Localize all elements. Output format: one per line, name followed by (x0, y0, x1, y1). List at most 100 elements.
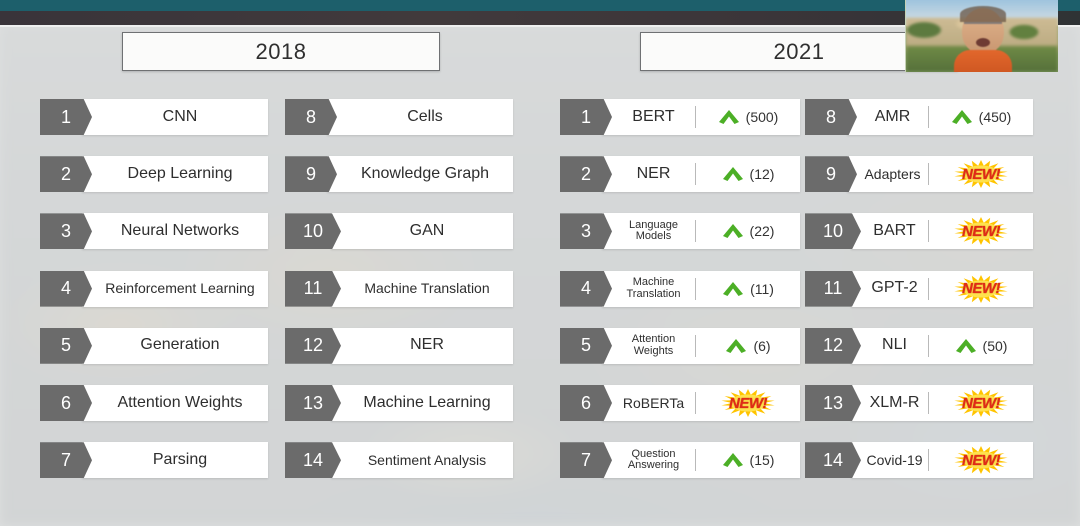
rank-number: 14 (302, 449, 324, 470)
topic-bar: Parsing (82, 442, 268, 479)
rank-badge: 14 (285, 442, 341, 479)
new-badge-label: NEW! (962, 165, 1001, 183)
rank-number: 10 (302, 220, 324, 241)
rank-badge: 8 (285, 99, 337, 135)
ranking-row: 14 Covid-19 NEW! (805, 442, 1033, 479)
trend-count: (50) (982, 337, 1008, 354)
topic-label: Machine Translation (364, 280, 490, 297)
year-header-2018: 2018 (122, 32, 440, 71)
topic-label: NER (410, 336, 444, 354)
rank-badge: 13 (285, 385, 341, 421)
ranking-row: 10 GAN (285, 213, 513, 250)
ranking-row: 6 RoBERTa NEW! (560, 385, 800, 421)
rank-number: 13 (822, 392, 844, 413)
trend-count: (15) (749, 452, 775, 469)
topic-label: Neural Networks (120, 221, 240, 239)
topic-label: Reinforcement Learning (105, 280, 255, 297)
trend-cell: NEW! (928, 217, 1033, 246)
rank-badge: 7 (560, 442, 612, 479)
rank-number: 13 (302, 392, 324, 413)
rank-badge: 12 (285, 327, 341, 364)
rank-number: 5 (60, 335, 71, 356)
rank-badge: 4 (560, 270, 612, 307)
topic-bar: Reinforcement Learning (82, 270, 268, 307)
ranking-row: 13 Machine Learning (285, 385, 513, 421)
new-starburst-icon: NEW! (953, 388, 1009, 418)
arrow-up-icon (951, 109, 973, 125)
topic-bar: Machine Translation (11) (602, 270, 800, 307)
topic-bar: CNN (82, 99, 268, 135)
trend-cell: (6) (695, 334, 800, 357)
topic-label: AMR (874, 107, 911, 125)
topic-label: Deep Learning (127, 164, 233, 182)
rank-number: 11 (303, 278, 323, 299)
arrow-up-icon (722, 223, 744, 239)
ranking-row: 3 Language Models (22) (560, 213, 800, 250)
rank-number: 12 (302, 335, 324, 356)
ranking-row: 7 Parsing (40, 442, 268, 479)
ranking-row: 5 Attention Weights (6) (560, 327, 800, 364)
topic-label: Generation (140, 336, 220, 354)
trend-cell: NEW! (928, 389, 1033, 417)
rank-number: 10 (822, 220, 844, 241)
arrow-up-icon (722, 166, 744, 182)
ranking-row: 6 Attention Weights (40, 385, 268, 421)
rank-badge: 2 (40, 156, 92, 193)
rank-number: 2 (60, 163, 71, 184)
ranking-row: 9 Knowledge Graph (285, 156, 513, 193)
rank-badge: 8 (805, 99, 857, 135)
arrow-up-icon (718, 109, 740, 125)
topic-label: Question Answering (612, 448, 695, 472)
topic-label: Parsing (152, 450, 208, 468)
new-badge-label: NEW! (962, 394, 1001, 412)
trend-cell: (11) (695, 277, 800, 300)
ranking-row: 8 AMR (450) (805, 99, 1033, 135)
rank-badge: 9 (285, 156, 337, 193)
arrow-up-icon (725, 338, 747, 354)
slide-stage: 2018 2021 1 CNN 2 Deep Learning 3 Neural Netw… (0, 0, 1080, 526)
topic-label: Adapters (864, 165, 921, 182)
topic-label: Machine Translation (612, 276, 695, 300)
rank-badge: 6 (560, 385, 612, 421)
trend-cell: NEW! (928, 160, 1033, 189)
rank-number: 6 (580, 392, 591, 413)
trend-cell: NEW! (928, 446, 1033, 475)
topic-label-line: Translation (626, 287, 681, 300)
trend-cell: (50) (928, 334, 1033, 357)
rank-badge: 10 (805, 213, 861, 250)
ranking-row: 14 Sentiment Analysis (285, 442, 513, 479)
rank-badge: 1 (560, 99, 612, 135)
topic-bar: Sentiment Analysis (331, 442, 513, 479)
topic-bar: Cells (327, 99, 513, 135)
topic-bar: Deep Learning (82, 156, 268, 193)
rank-number: 3 (60, 220, 71, 241)
topic-bar: XLM-R NEW! (851, 385, 1033, 421)
rank-number: 7 (580, 449, 591, 470)
new-badge-label: NEW! (962, 451, 1001, 469)
topic-bar: Covid-19 NEW! (851, 442, 1033, 479)
topic-bar: Neural Networks (82, 213, 268, 250)
topic-bar: GAN (331, 213, 513, 250)
rank-number: 11 (823, 278, 843, 299)
topic-bar: Adapters NEW! (847, 156, 1033, 193)
presenter-webcam[interactable] (905, 0, 1058, 72)
ranking-row: 10 BART NEW! (805, 213, 1033, 250)
rank-badge: 12 (805, 327, 861, 364)
rank-number: 14 (822, 449, 844, 470)
trend-count: (12) (749, 166, 775, 183)
ranking-row: 12 NER (285, 327, 513, 364)
topic-label: Attention Weights (117, 393, 243, 411)
trend-count: (500) (745, 109, 779, 125)
rank-badge: 11 (805, 270, 861, 307)
rank-badge: 3 (560, 213, 612, 250)
trend-cell: (22) (695, 220, 800, 243)
rank-badge: 3 (40, 213, 92, 250)
topic-label-line: Machine (632, 276, 675, 289)
topic-label-line: Models (635, 230, 672, 243)
rank-number: 5 (580, 335, 591, 356)
ranking-row: 1 CNN (40, 99, 268, 135)
topic-bar: Generation (82, 327, 268, 364)
topic-label-line: Weights (633, 344, 674, 357)
ranking-row: 7 Question Answering (15) (560, 442, 800, 479)
topic-bar: Machine Translation (331, 270, 513, 307)
